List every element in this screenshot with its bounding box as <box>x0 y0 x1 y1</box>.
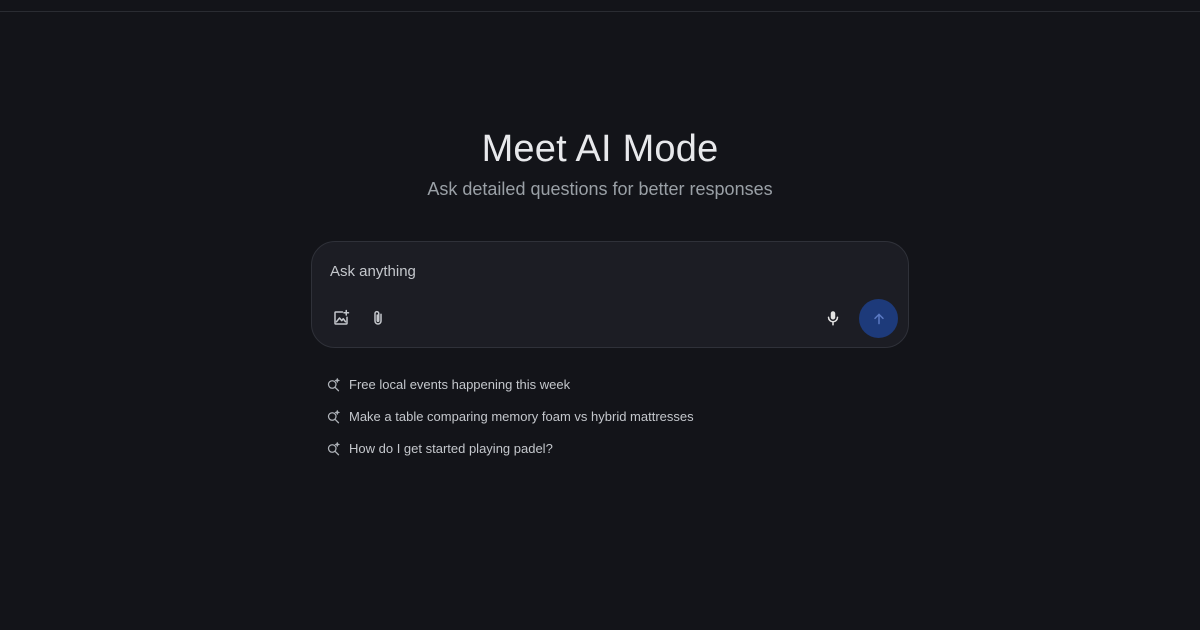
top-divider <box>0 11 1200 12</box>
send-button[interactable] <box>859 299 898 338</box>
suggestion-item[interactable]: Make a table comparing memory foam vs hy… <box>325 404 885 428</box>
suggestion-item[interactable]: How do I get started playing padel? <box>325 436 885 460</box>
ask-input[interactable] <box>330 259 850 283</box>
search-sparkle-icon <box>325 440 341 456</box>
suggestion-item[interactable]: Free local events happening this week <box>325 372 885 396</box>
suggestion-label: How do I get started playing padel? <box>349 440 553 456</box>
paperclip-icon <box>374 310 382 325</box>
attach-file-button[interactable] <box>363 303 393 333</box>
search-sparkle-icon <box>325 408 341 424</box>
composer-box <box>311 241 909 348</box>
search-sparkle-icon <box>325 376 341 392</box>
image-sparkle-icon <box>334 309 350 325</box>
suggestion-list: Free local events happening this week Ma… <box>325 372 885 468</box>
arrow-up-icon <box>873 313 884 324</box>
page-subtitle: Ask detailed questions for better respon… <box>427 179 773 199</box>
add-image-button[interactable] <box>326 303 356 333</box>
page-title: Meet AI Mode <box>481 128 719 170</box>
microphone-icon <box>827 311 839 326</box>
voice-input-button[interactable] <box>818 303 848 333</box>
ai-mode-page: Meet AI Mode Ask detailed questions for … <box>0 0 1200 630</box>
suggestion-label: Free local events happening this week <box>349 376 571 392</box>
suggestion-label: Make a table comparing memory foam vs hy… <box>349 408 694 424</box>
